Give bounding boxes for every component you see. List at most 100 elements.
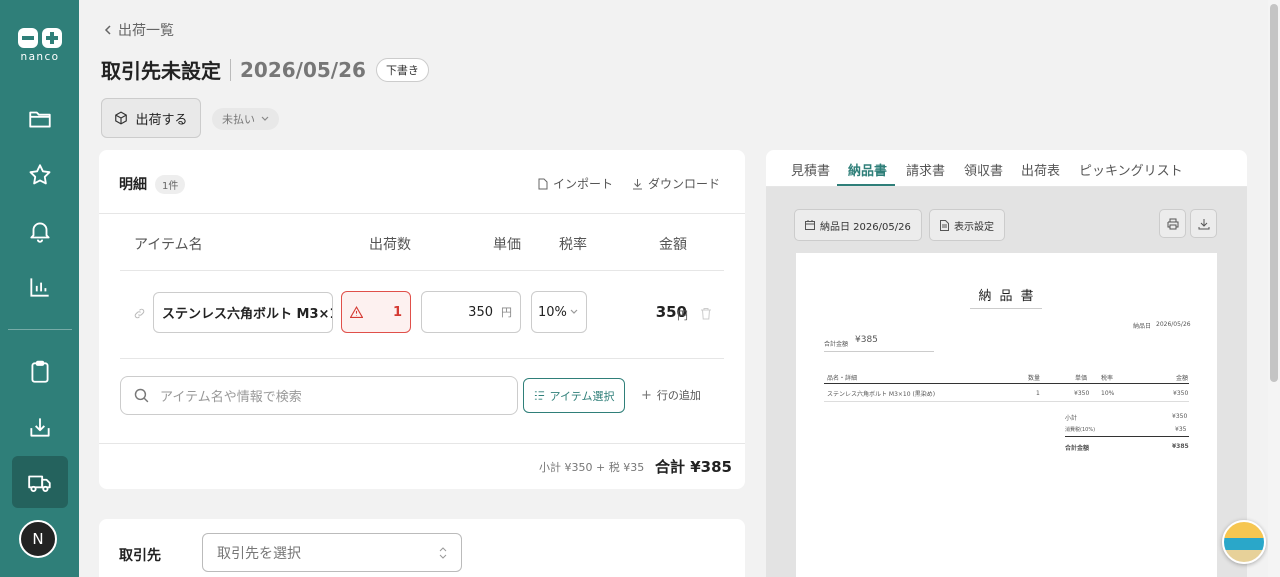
tab-picking-list[interactable]: ピッキングリスト — [1079, 160, 1183, 179]
item-select-button[interactable]: アイテム選択 — [523, 378, 625, 413]
row-divider-top — [120, 270, 724, 271]
total-text: 合計 ¥385 — [655, 458, 732, 476]
payment-status-dropdown[interactable]: 未払い — [212, 108, 279, 130]
tax-rate-value: 10% — [538, 304, 567, 320]
user-avatar[interactable]: N — [19, 520, 57, 558]
col-header-amount: 金額 — [659, 237, 687, 253]
truck-icon[interactable] — [27, 470, 53, 496]
download-pdf-button[interactable] — [1190, 209, 1217, 238]
tab-quotation[interactable]: 見積書 — [791, 160, 830, 179]
doc-row-name: ステンレス六角ボルト M3×10 (黒染め) — [827, 391, 936, 398]
ship-button-label: 出荷する — [135, 112, 188, 128]
tab-invoice[interactable]: 請求書 — [906, 160, 945, 179]
status-badge: 下書き — [375, 57, 429, 82]
document-icon — [940, 219, 949, 231]
totals-divider — [99, 443, 745, 444]
assistant-button[interactable] — [1222, 520, 1266, 564]
nanco-logo[interactable]: nanco — [17, 28, 63, 63]
partner-card: 取引先 取引先を選択 — [99, 519, 745, 577]
tax-rate-select[interactable]: 10% — [531, 291, 587, 333]
item-name-input[interactable]: ステンレス六角ボルト M3×10 — [153, 292, 333, 333]
partner-label: 取引先 — [119, 548, 161, 564]
sidebar-divider — [8, 329, 72, 330]
subtotal-text: 小計 ¥350 + 税 ¥35 — [539, 461, 645, 474]
tab-delivery-note[interactable]: 納品書 — [848, 160, 887, 179]
chevron-left-icon — [104, 25, 111, 35]
display-settings-button[interactable]: 表示設定 — [929, 209, 1005, 241]
download-button[interactable]: ダウンロード — [632, 175, 720, 192]
doc-row-tax: 10% — [1101, 390, 1115, 397]
back-link-label: 出荷一覧 — [118, 23, 174, 39]
page-title: 取引先未設定 2026/05/26 下書き — [101, 55, 429, 84]
doc-row-price: ¥350 — [1074, 390, 1090, 397]
doc-col-price: 単価 — [1075, 375, 1088, 382]
select-arrows-icon — [439, 546, 447, 559]
back-link[interactable]: 出荷一覧 — [104, 20, 174, 40]
doc-total-underline — [824, 351, 934, 352]
doc-total-rule — [1065, 436, 1189, 437]
payment-status-label: 未払い — [222, 113, 255, 126]
plus-icon: + — [641, 387, 652, 403]
doc-total-label: 合計金額 — [824, 341, 849, 348]
star-icon[interactable] — [27, 162, 53, 188]
tab-receipt[interactable]: 領収書 — [964, 160, 1003, 179]
quantity-input[interactable]: 1 — [341, 291, 411, 333]
doc-row-amount: ¥350 — [1173, 390, 1189, 397]
header-divider — [99, 213, 745, 214]
details-title: 明細 1件 — [119, 174, 186, 194]
logo-minus-mark — [18, 28, 38, 48]
display-settings-label: 表示設定 — [954, 221, 994, 233]
quantity-value: 1 — [392, 304, 402, 320]
link-icon[interactable] — [133, 305, 146, 324]
doc-date: 2026/05/26 — [1156, 321, 1191, 328]
col-header-tax: 税率 — [559, 237, 587, 253]
doc-date-label: 納品日 — [1133, 323, 1152, 330]
add-row-button[interactable]: + 行の追加 — [641, 387, 701, 403]
chart-icon[interactable] — [27, 274, 53, 300]
trash-icon[interactable] — [700, 305, 712, 324]
document-preview: 納品書 納品日 2026/05/26 合計金額 ¥385 品名・詳細 数量 単価… — [796, 253, 1217, 577]
partner-select[interactable]: 取引先を選択 — [202, 533, 462, 572]
add-row-label: 行の追加 — [656, 389, 701, 402]
doc-row-qty: 1 — [1036, 390, 1040, 397]
import-label: インポート — [553, 177, 614, 191]
import-button[interactable]: インポート — [538, 175, 613, 192]
tab-shipping-list[interactable]: 出荷表 — [1021, 160, 1060, 179]
download-label: ダウンロード — [648, 177, 721, 191]
row-amount-currency: 円 — [677, 309, 688, 322]
unit-price-value: 350 — [468, 304, 493, 320]
doc-header-rule — [824, 383, 1189, 384]
doc-subtotal-value: ¥350 — [1172, 413, 1188, 420]
doc-col-tax: 税率 — [1101, 375, 1114, 382]
folder-icon[interactable] — [27, 106, 53, 132]
bell-icon[interactable] — [27, 218, 53, 244]
scrollbar-thumb[interactable] — [1270, 4, 1278, 382]
details-count-badge: 1件 — [155, 174, 186, 194]
details-card: 明細 1件 インポート ダウンロード アイテム名 出荷数 単価 税率 金額 ステ… — [99, 150, 745, 489]
print-button[interactable] — [1159, 209, 1186, 238]
inbox-download-icon[interactable] — [27, 414, 53, 440]
clipboard-icon[interactable] — [27, 359, 53, 385]
partner-placeholder: 取引先を選択 — [217, 545, 301, 562]
calendar-icon — [805, 220, 815, 230]
details-title-label: 明細 — [119, 177, 147, 193]
ship-button[interactable]: 出荷する — [101, 98, 201, 138]
unit-price-input[interactable]: 350 円 — [421, 291, 521, 333]
warning-icon — [350, 306, 363, 318]
delivery-date-button[interactable]: 納品日 2026/05/26 — [794, 209, 922, 241]
delivery-date-label: 納品日 2026/05/26 — [820, 221, 911, 233]
unit-price-currency: 円 — [501, 306, 512, 319]
doc-subtotal-label: 小計 — [1065, 415, 1078, 422]
item-search-input[interactable]: アイテム名や情報で検索 — [120, 376, 518, 415]
doc-title: 納品書 — [970, 285, 1042, 309]
list-check-icon — [534, 391, 544, 400]
download-icon — [1198, 218, 1209, 229]
row-divider-bottom — [120, 358, 724, 359]
doc-col-name: 品名・詳細 — [827, 375, 858, 382]
chevron-down-icon — [261, 116, 269, 121]
search-placeholder: アイテム名や情報で検索 — [160, 390, 302, 405]
doc-tax-value: ¥35 — [1175, 426, 1187, 433]
logo-text: nanco — [20, 51, 60, 63]
col-header-price: 単価 — [493, 237, 521, 253]
doc-tax-label: 消費税(10%) — [1065, 427, 1096, 433]
